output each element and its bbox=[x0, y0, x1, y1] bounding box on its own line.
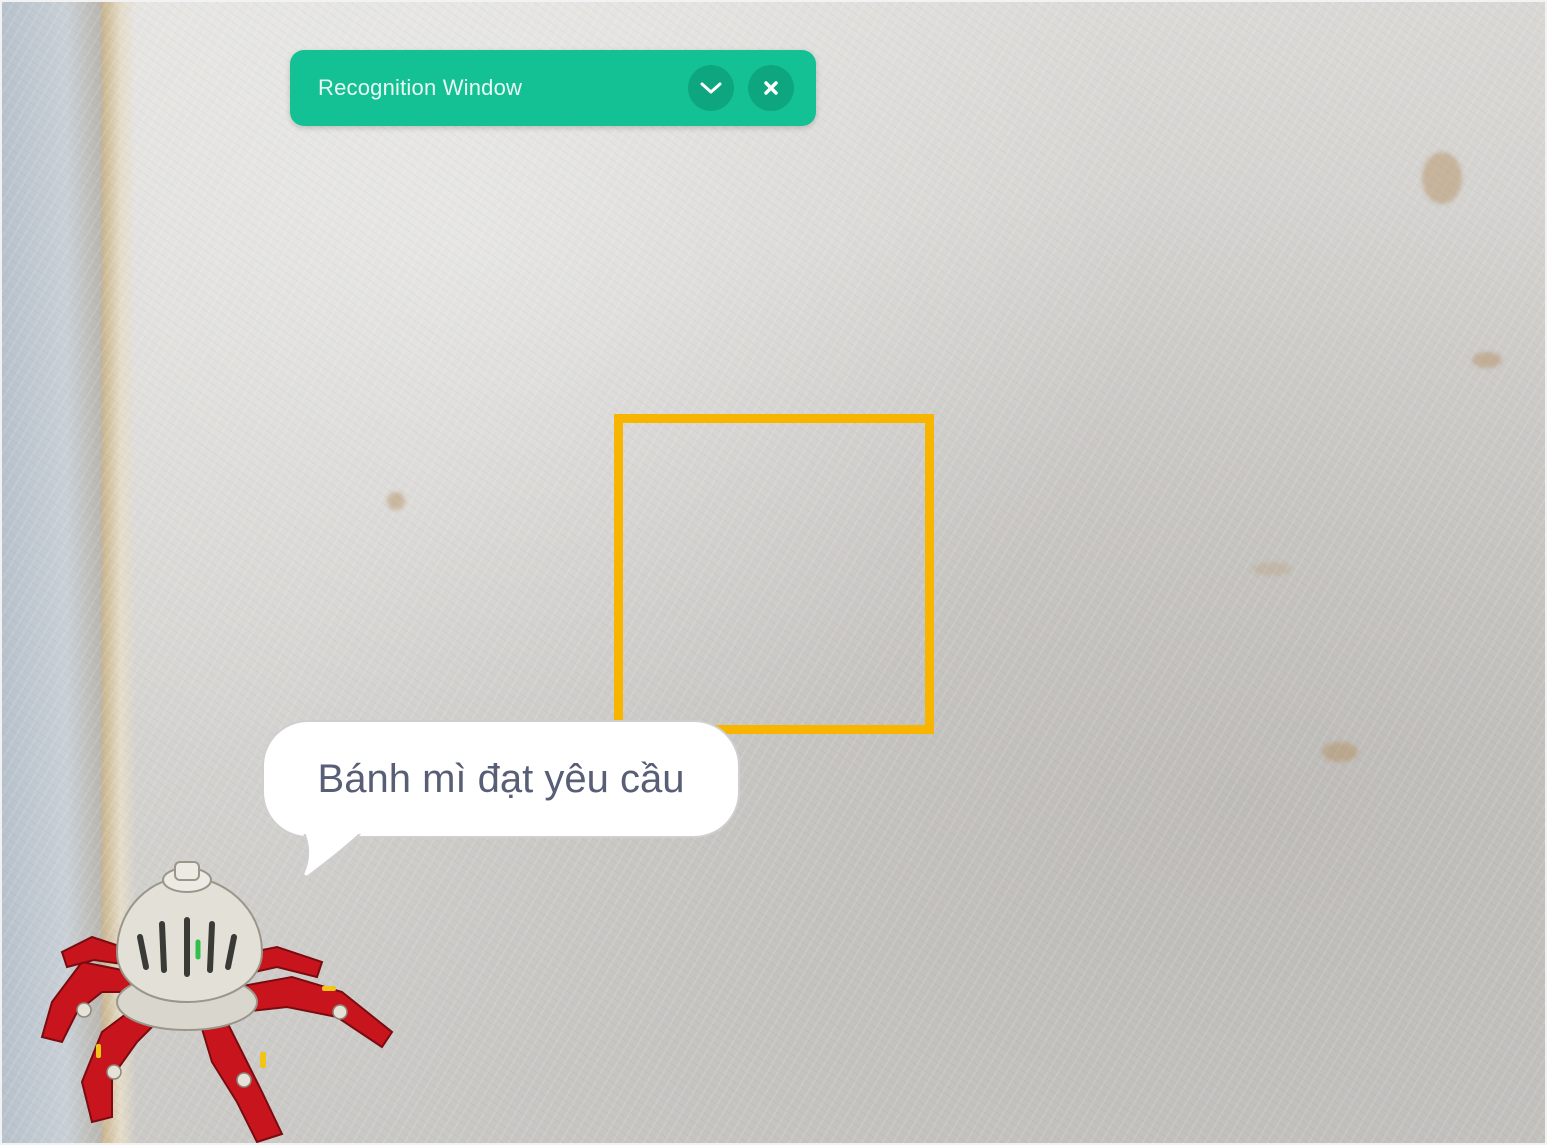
bread-spot bbox=[1322, 742, 1358, 762]
bread-spot bbox=[387, 492, 405, 510]
recognition-window-bar[interactable]: Recognition Window bbox=[290, 50, 816, 126]
recognition-window-title: Recognition Window bbox=[318, 75, 523, 100]
close-icon bbox=[764, 81, 778, 95]
stage: Recognition Window Bánh mì đạt yêu cầu bbox=[0, 0, 1547, 1145]
bread-spot bbox=[1252, 562, 1292, 576]
bread-spot bbox=[1422, 152, 1462, 204]
chevron-down-icon bbox=[700, 82, 722, 94]
robot-spider-sprite[interactable] bbox=[22, 852, 412, 1145]
speech-bubble: Bánh mì đạt yêu cầu bbox=[262, 720, 740, 838]
bread-spot bbox=[1472, 352, 1502, 368]
detection-box bbox=[614, 414, 934, 734]
close-button[interactable] bbox=[748, 65, 794, 111]
collapse-button[interactable] bbox=[688, 65, 734, 111]
speech-text: Bánh mì đạt yêu cầu bbox=[317, 756, 685, 801]
